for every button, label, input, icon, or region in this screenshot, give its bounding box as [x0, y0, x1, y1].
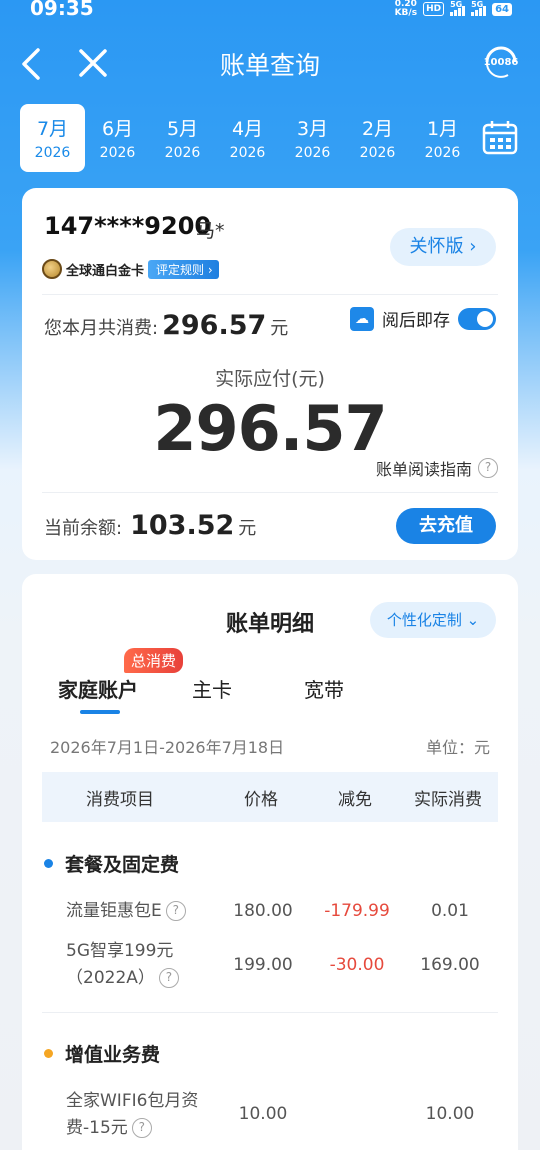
customize-dropdown[interactable]: 个性化定制 ⌄ — [370, 602, 496, 638]
save-toggle[interactable] — [458, 307, 496, 330]
status-time: 09:35 — [30, 0, 94, 20]
bill-guide-link[interactable]: 账单阅读指南 ? — [376, 456, 498, 480]
month-tab[interactable]: 4月 2026 — [215, 104, 280, 172]
row-actual: 10.00 — [425, 1104, 475, 1124]
nav-bar: 账单查询 10086 — [0, 40, 540, 88]
chevron-down-icon: ⌄ — [466, 611, 480, 629]
payable-amount: 296.57 — [153, 392, 387, 465]
tab-broadband[interactable]: 宽带 — [304, 674, 344, 703]
account-tabs: 家庭账户 主卡 宽带 — [58, 674, 478, 722]
battery-icon: 64 — [492, 2, 512, 16]
membership-badge: 全球通白金卡 评定规则 › — [42, 258, 219, 280]
tab-family-account[interactable]: 家庭账户 — [58, 674, 138, 703]
net-speed: 0.20 KB/s — [394, 0, 418, 18]
status-icons: 0.20 KB/s HD 5G 5G 64 — [395, 0, 512, 18]
customer-service-button[interactable]: 10086 — [482, 40, 520, 80]
divider — [42, 492, 498, 493]
column-header: 消费项目 — [86, 789, 154, 810]
phone-number: 147****9200 — [44, 212, 212, 240]
section-value-added-fees: 增值业务费 — [44, 1040, 160, 1067]
summary-card: 147****9200 马* 全球通白金卡 评定规则 › 关怀版 › 您本月共消… — [22, 188, 518, 560]
table-row-name: 全家WIFI6包月资 费-15元? — [66, 1091, 199, 1138]
user-name: 马* — [196, 220, 225, 242]
row-price: 199.00 — [233, 955, 293, 975]
help-icon[interactable]: ? — [158, 968, 179, 988]
row-actual: 169.00 — [420, 955, 480, 975]
divider — [42, 294, 498, 295]
payable-label: 实际应付(元) — [215, 368, 325, 390]
table-row-name: 5G智享199元 （2022A）? — [66, 938, 179, 992]
calendar-icon — [482, 121, 518, 155]
bill-detail-card: 账单明细 个性化定制 ⌄ 总消费 家庭账户 主卡 宽带 2026年7月1日-20… — [22, 574, 518, 1150]
monthly-consumption: 您本月共消费: 296.57 元 — [44, 310, 289, 341]
total-consumption-badge: 总消费 — [124, 648, 184, 673]
section-package-fees: 套餐及固定费 — [44, 850, 179, 877]
row-actual: 0.01 — [431, 901, 469, 921]
service-number: 10086 — [483, 57, 519, 68]
table-header: 消费项目 价格 减免 实际消费 — [42, 772, 498, 822]
column-header: 实际消费 — [414, 789, 482, 810]
page-title: 账单查询 — [219, 51, 320, 80]
month-selector: 7月 2026 6月 2026 5月 2026 4月 2026 3月 2026 … — [20, 104, 520, 172]
care-version-button[interactable]: 关怀版 › — [390, 228, 496, 266]
month-tab[interactable]: 2月 2026 — [345, 104, 410, 172]
month-tab[interactable]: 3月 2026 — [280, 104, 345, 172]
status-bar: 09:35 0.20 KB/s HD 5G 5G 64 — [0, 0, 540, 22]
coin-icon — [42, 259, 62, 279]
signal-icon: 5G — [450, 0, 466, 16]
help-icon[interactable]: ? — [131, 1118, 152, 1138]
signal-icon: 5G — [471, 0, 487, 16]
help-icon: ? — [478, 458, 498, 478]
calendar-button[interactable] — [482, 120, 518, 156]
hd-icon: HD — [423, 2, 445, 16]
row-discount: -30.00 — [329, 955, 385, 975]
recharge-button[interactable]: 去充值 — [396, 508, 496, 544]
help-icon[interactable]: ? — [165, 901, 186, 921]
row-price: 180.00 — [233, 901, 293, 921]
section-dot — [44, 1049, 53, 1058]
row-discount: -179.99 — [324, 901, 390, 921]
divider — [42, 1012, 498, 1013]
month-tab[interactable]: 5月 2026 — [150, 104, 215, 172]
month-tab[interactable]: 7月 2026 — [20, 104, 85, 172]
unit-label: 单位：元 — [425, 738, 490, 757]
current-balance: 当前余额: 103.52 元 — [44, 510, 257, 541]
tab-indicator — [80, 710, 120, 714]
bill-period: 2026年7月1日-2026年7月18日 — [50, 738, 285, 757]
membership-level: 全球通白金卡 — [66, 263, 145, 279]
month-tab[interactable]: 6月 2026 — [85, 104, 150, 172]
cloud-icon: ☁ — [350, 306, 374, 331]
tab-main-card[interactable]: 主卡 — [192, 674, 232, 703]
rating-rule-link[interactable]: 评定规则 › — [148, 259, 219, 279]
row-price: 10.00 — [238, 1104, 288, 1124]
month-tab[interactable]: 1月 2026 — [410, 104, 475, 172]
section-dot — [44, 859, 53, 868]
column-header: 减免 — [338, 789, 372, 810]
column-header: 价格 — [244, 789, 278, 810]
save-after-read: ☁ 阅后即存 — [350, 306, 496, 331]
table-row-name: 流量钜惠包E? — [66, 898, 186, 925]
